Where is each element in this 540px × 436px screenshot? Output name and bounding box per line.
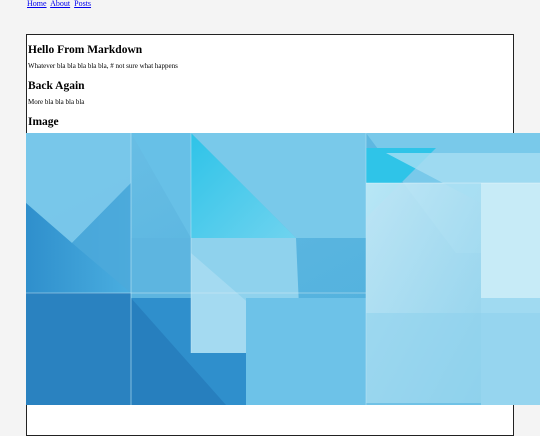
- post-heading-hello: Hello From Markdown: [28, 44, 143, 56]
- post-heading-image: Image: [28, 116, 59, 128]
- post-paragraph-2: More bla bla bla bla: [28, 98, 85, 106]
- top-navigation: Home About Posts: [27, 0, 93, 9]
- post-paragraph-1: Whatever bla bla bla bla bla, # not sure…: [28, 62, 178, 70]
- nav-link-home[interactable]: Home: [27, 0, 47, 8]
- nav-link-posts[interactable]: Posts: [74, 0, 91, 8]
- abstract-geometric-blue-image-icon: [26, 133, 540, 405]
- nav-link-about[interactable]: About: [50, 0, 70, 8]
- post-heading-back-again: Back Again: [28, 80, 85, 92]
- post-image: [26, 133, 540, 405]
